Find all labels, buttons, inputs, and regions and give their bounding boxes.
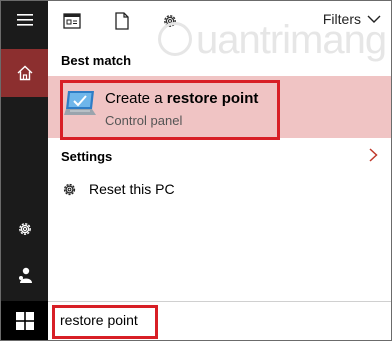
windows-logo-icon bbox=[15, 311, 34, 330]
gear-icon bbox=[63, 183, 76, 196]
start-button[interactable] bbox=[1, 301, 48, 340]
documents-filter-button[interactable] bbox=[112, 11, 132, 31]
document-icon bbox=[115, 12, 129, 30]
apps-icon bbox=[63, 13, 81, 29]
filters-label: Filters bbox=[322, 11, 361, 27]
chevron-down-icon bbox=[367, 15, 381, 23]
gear-icon bbox=[18, 223, 31, 235]
search-toolbar: Filters bbox=[48, 1, 391, 39]
watermark-logo-icon bbox=[158, 22, 192, 56]
best-match-title-prefix: Create a bbox=[105, 90, 167, 107]
hamburger-icon bbox=[16, 14, 33, 26]
best-match-header: Best match bbox=[61, 53, 132, 68]
best-match-subtitle: Control panel bbox=[105, 113, 183, 128]
menu-button[interactable] bbox=[1, 1, 48, 39]
reset-pc-label: Reset this PC bbox=[89, 181, 175, 197]
best-match-title: Create a restore point bbox=[105, 90, 258, 107]
chevron-right-icon[interactable] bbox=[369, 148, 378, 162]
best-match-title-bold: restore point bbox=[166, 90, 259, 107]
filters-dropdown[interactable]: Filters bbox=[323, 11, 381, 27]
settings-result-reset-pc[interactable]: Reset this PC bbox=[48, 174, 391, 204]
restore-point-icon bbox=[64, 91, 96, 115]
settings-button[interactable] bbox=[1, 207, 48, 251]
settings-header: Settings bbox=[61, 149, 113, 164]
user-button[interactable] bbox=[1, 253, 48, 297]
start-search-window bbox=[0, 0, 392, 341]
left-rail bbox=[1, 1, 48, 340]
home-icon bbox=[17, 65, 32, 81]
user-icon bbox=[18, 267, 32, 283]
home-button[interactable] bbox=[1, 49, 48, 97]
apps-filter-button[interactable] bbox=[62, 11, 82, 31]
search-input[interactable]: restore point bbox=[60, 312, 156, 328]
